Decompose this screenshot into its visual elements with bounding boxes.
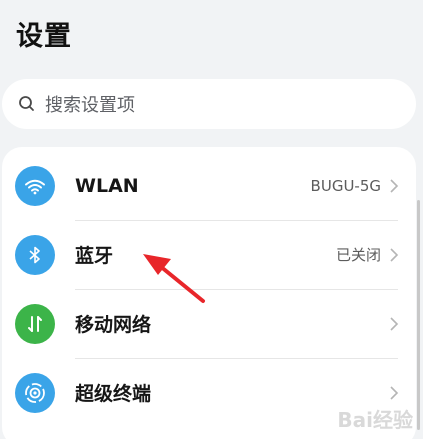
annotation-arrow <box>143 254 205 303</box>
watermark-logo: Bai经验 <box>337 408 413 432</box>
